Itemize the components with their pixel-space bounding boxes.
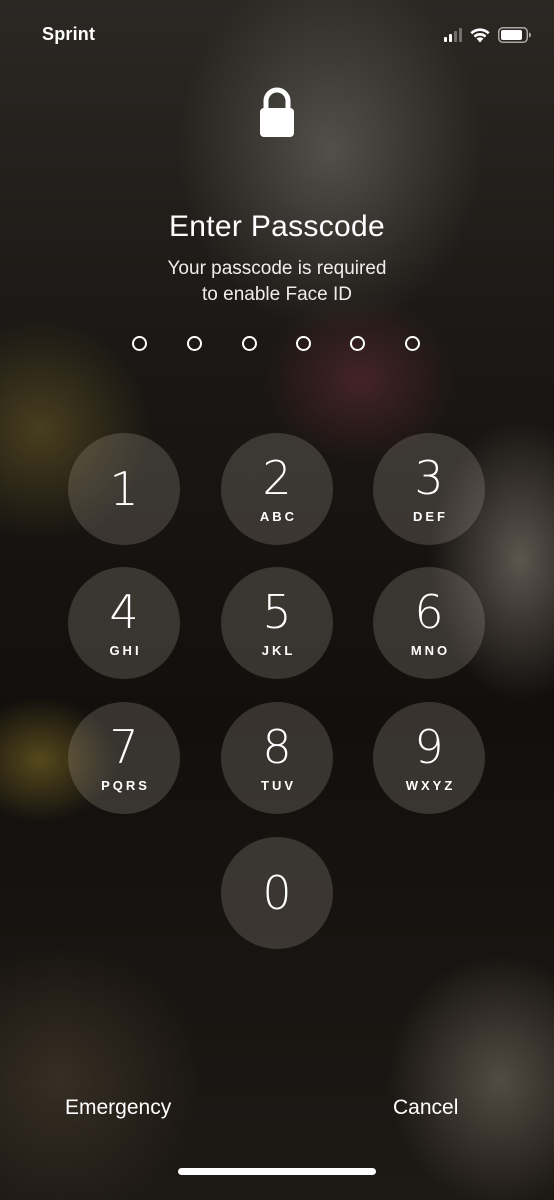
- passcode-dots: [0, 336, 554, 356]
- key-digit: 7: [109, 719, 139, 774]
- key-8[interactable]: 8 TUV: [221, 702, 333, 814]
- key-6[interactable]: 6 MNO: [373, 567, 485, 679]
- key-digit: 3: [414, 450, 444, 505]
- key-digit: 9: [414, 719, 444, 774]
- key-letters: DEF: [413, 508, 448, 524]
- passcode-dot: [405, 336, 420, 351]
- home-indicator[interactable]: [178, 1168, 376, 1175]
- subtitle-line: to enable Face ID: [202, 284, 352, 305]
- status-icons: [444, 25, 532, 45]
- passcode-dot: [296, 336, 311, 351]
- key-digit: 2: [262, 450, 292, 505]
- key-5[interactable]: 5 JKL: [221, 567, 333, 679]
- key-9[interactable]: 9 WXYZ: [373, 702, 485, 814]
- key-letters: MNO: [410, 642, 451, 658]
- key-letters: GHI: [109, 642, 142, 658]
- carrier-name: Sprint: [42, 24, 96, 44]
- cancel-button[interactable]: Cancel: [393, 1096, 458, 1120]
- key-1[interactable]: 1: [68, 433, 180, 545]
- key-digit: 0: [262, 866, 292, 920]
- key-letters: WXYZ: [405, 777, 456, 793]
- key-digit: 1: [109, 462, 139, 516]
- key-letters: PQRS: [101, 777, 150, 793]
- key-0[interactable]: 0: [221, 837, 333, 949]
- key-digit: 8: [262, 719, 292, 774]
- key-letters: TUV: [261, 777, 296, 793]
- cellular-signal-icon: [444, 28, 462, 42]
- lock-screen: Sprint Enter Passcode Your passcode is r…: [0, 0, 554, 1200]
- passcode-dot: [242, 336, 257, 351]
- key-digit: 4: [109, 584, 139, 639]
- subtitle-line: Your passcode is required: [167, 258, 387, 279]
- wifi-icon: [469, 27, 491, 43]
- key-letters: JKL: [261, 642, 296, 658]
- key-7[interactable]: 7 PQRS: [68, 702, 180, 814]
- lock-icon: [259, 86, 295, 138]
- key-letters: ABC: [259, 508, 298, 524]
- status-bar: Sprint: [0, 0, 554, 70]
- passcode-dot: [350, 336, 365, 351]
- passcode-dot: [187, 336, 202, 351]
- subtitle: Your passcode is required to enable Face…: [0, 256, 554, 308]
- emergency-button[interactable]: Emergency: [65, 1096, 171, 1120]
- key-3[interactable]: 3 DEF: [373, 433, 485, 545]
- passcode-dot: [132, 336, 147, 351]
- page-title: Enter Passcode: [169, 210, 385, 243]
- key-4[interactable]: 4 GHI: [68, 567, 180, 679]
- key-2[interactable]: 2 ABC: [221, 433, 333, 545]
- key-digit: 6: [414, 584, 444, 639]
- key-digit: 5: [262, 584, 292, 639]
- battery-icon: [498, 27, 532, 43]
